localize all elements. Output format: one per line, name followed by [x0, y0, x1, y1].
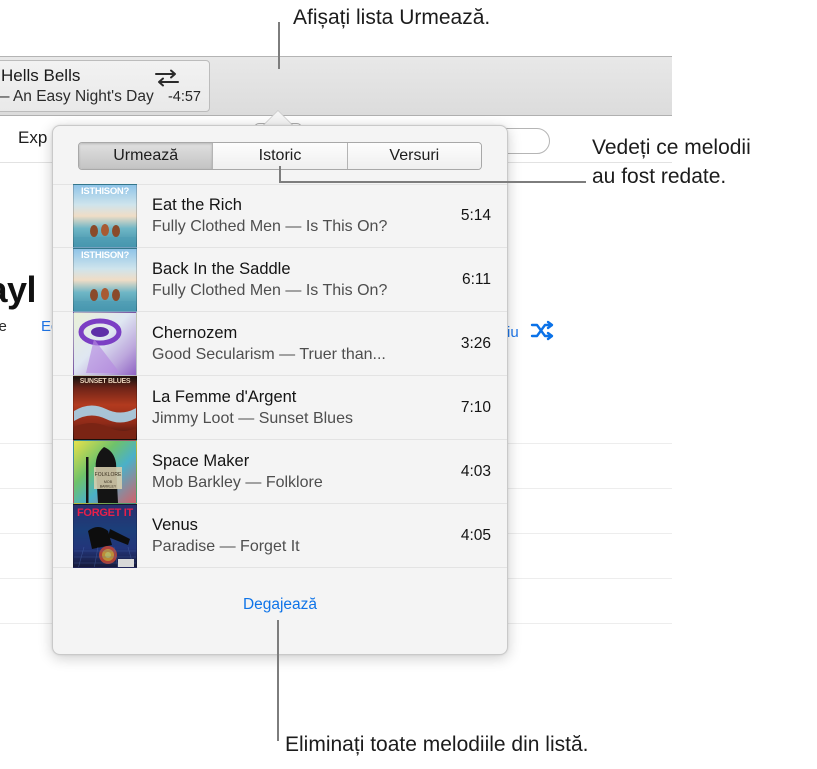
tab-lyrics[interactable]: Versuri — [347, 143, 481, 169]
album-art-is-this-on: ISTHISON? — [73, 247, 137, 312]
up-next-popover: Urmează Istoric Versuri ISTHISON? Eat th… — [52, 125, 508, 655]
callout-line-right-v — [279, 166, 281, 182]
track-duration: 4:05 — [460, 526, 491, 544]
track-subtitle: Mob Barkley — Folklore — [152, 473, 323, 491]
now-playing-subtitle: — An Easy Night's Day — [0, 88, 154, 105]
clear-button[interactable]: Degajează — [53, 596, 507, 614]
svg-text:FOLKLORE: FOLKLORE — [95, 472, 122, 478]
track-subtitle: Paradise — Forget It — [152, 537, 300, 555]
track-info: Venus Paradise — Forget It — [152, 514, 429, 558]
track-info: La Femme d'Argent Jimmy Loot — Sunset Bl… — [152, 386, 429, 430]
list-item[interactable]: SUNSET BLUES La Femme d'Argent Jimmy Loo… — [53, 375, 507, 440]
track-title: Eat the Rich — [152, 196, 242, 215]
callout-right-line1: Vedeți ce melodii — [592, 136, 751, 159]
track-title: Chernozem — [152, 323, 238, 342]
track-info: Space Maker Mob Barkley — Folklore — [152, 450, 429, 494]
callout-line-bottom — [277, 620, 279, 741]
bg-mute-label[interactable]: ute — [0, 318, 7, 335]
callout-bottom: Eliminați toate melodiile din listă. — [285, 733, 589, 756]
track-subtitle: Jimmy Loot — Sunset Blues — [152, 409, 353, 427]
album-art-folklore: FOLKLORE MOB BARKLEY — [73, 439, 137, 504]
track-info: Eat the Rich Fully Clothed Men — Is This… — [152, 194, 429, 238]
now-playing-display[interactable]: Hells Bells — An Easy Night's Day -4:57 — [0, 60, 210, 112]
callout-right-line2: au fost redate. — [592, 165, 727, 188]
track-subtitle: Good Secularism — Truer than... — [152, 345, 386, 363]
player-toolbar: Hells Bells — An Easy Night's Day -4:57 … — [0, 56, 672, 155]
list-item[interactable]: Chernozem Good Secularism — Truer than..… — [53, 311, 507, 376]
album-art-title: FORGET IT — [77, 506, 133, 519]
callout-top: Afișați lista Urmează. — [293, 6, 491, 29]
track-duration: 7:10 — [460, 398, 491, 416]
album-art-truer-than — [73, 311, 137, 376]
remaining-time: -4:57 — [167, 89, 201, 105]
track-subtitle: Fully Clothed Men — Is This On? — [152, 218, 388, 236]
album-art-is-this-on: ISTHISON? — [73, 184, 137, 248]
track-subtitle: Fully Clothed Men — Is This On? — [152, 281, 388, 299]
callout-line-right-h — [279, 181, 586, 183]
callout-line-top — [278, 22, 280, 69]
repeat-icon[interactable] — [152, 67, 182, 89]
track-title: La Femme d'Argent — [152, 387, 297, 406]
album-art-title: SUNSET BLUES — [79, 377, 131, 385]
track-info: Chernozem Good Secularism — Truer than..… — [152, 322, 429, 366]
list-item[interactable]: ISTHISON? Back In the Saddle Fully Cloth… — [53, 247, 507, 312]
list-item[interactable]: FORGET IT Venus Paradise — Forget It 4:0… — [53, 503, 507, 568]
popover-arrow — [263, 111, 293, 126]
track-info: Back In the Saddle Fully Clothed Men — I… — [152, 258, 429, 302]
track-title: Back In the Saddle — [152, 259, 291, 278]
track-duration: 6:11 — [461, 270, 491, 288]
album-art-title: ISTHISON? — [81, 186, 129, 197]
svg-text:BARKLEY: BARKLEY — [100, 484, 117, 488]
tab-up-next[interactable]: Urmează — [79, 143, 214, 169]
track-title: Space Maker — [152, 451, 250, 470]
bg-tab-explore[interactable]: Exp — [18, 128, 47, 148]
album-art-forget-it: FORGET IT — [73, 503, 137, 568]
track-title: Venus — [152, 515, 198, 534]
track-duration: 3:26 — [460, 334, 491, 352]
now-playing-title: Hells Bells — [1, 66, 81, 85]
list-item[interactable]: FOLKLORE MOB BARKLEY Space Maker Mob Bar… — [53, 439, 507, 504]
svg-text:MOB: MOB — [104, 480, 113, 484]
shuffle-icon[interactable] — [530, 320, 558, 342]
track-duration: 5:14 — [460, 207, 491, 224]
track-duration: 4:03 — [460, 462, 491, 480]
bg-playlist-title: layl — [0, 269, 37, 310]
album-art-title: ISTHISON? — [81, 249, 129, 261]
album-art-sunset-blues: SUNSET BLUES — [73, 375, 137, 440]
list-item[interactable]: ISTHISON? Eat the Rich Fully Clothed Men… — [53, 184, 507, 248]
up-next-track-list: ISTHISON? Eat the Rich Fully Clothed Men… — [53, 184, 507, 568]
